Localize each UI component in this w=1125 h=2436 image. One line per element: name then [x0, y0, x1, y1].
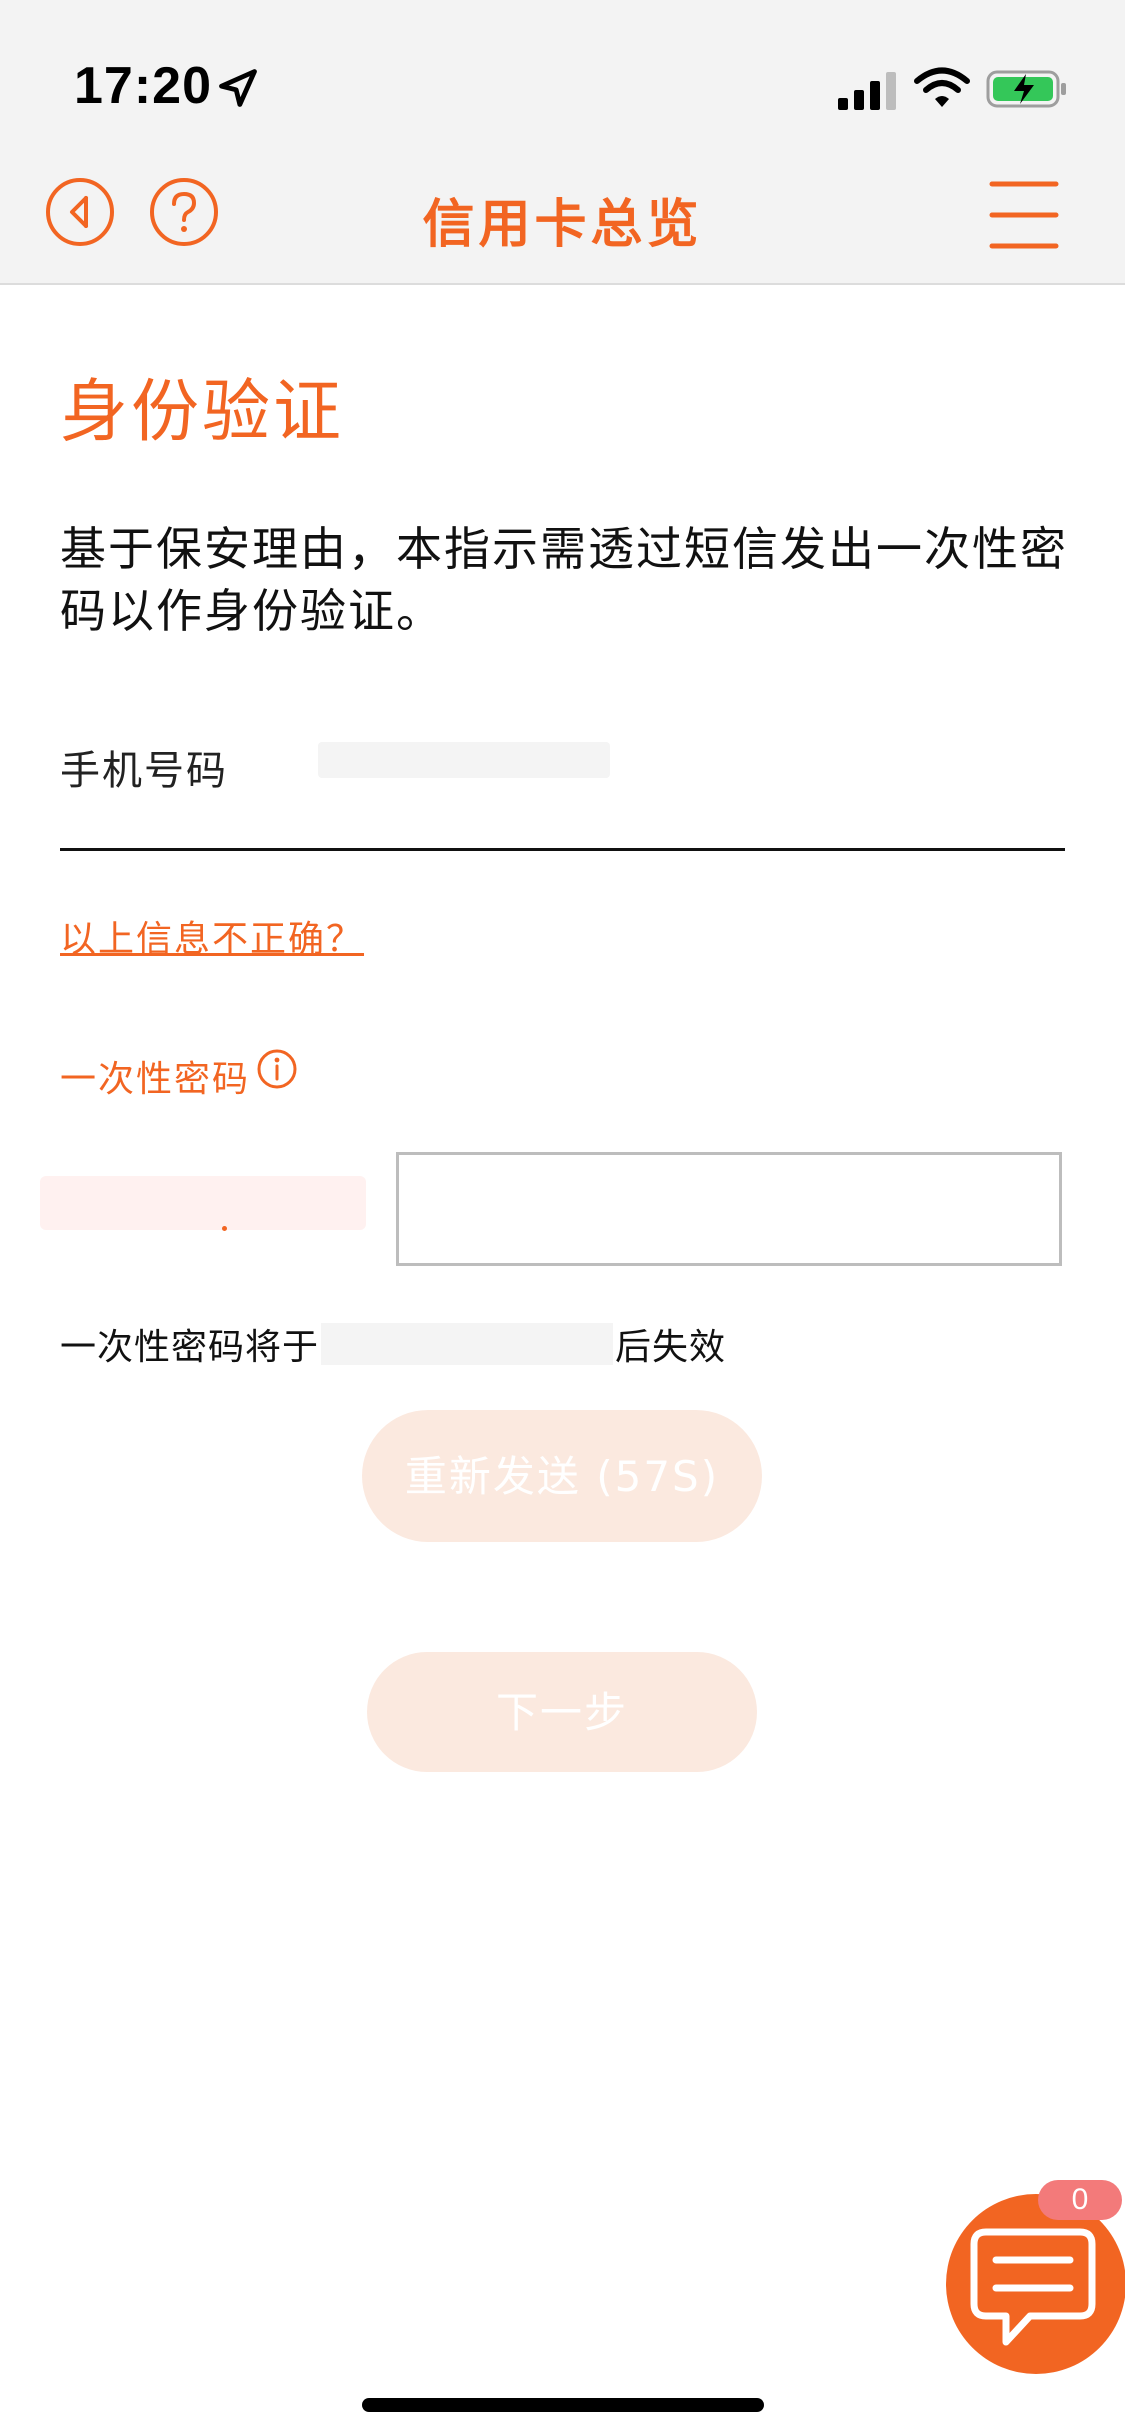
otp-expiry-text: 一次性密码将于 后失效: [60, 1318, 726, 1370]
otp-label: 一次性密码: [60, 1059, 251, 1100]
expiry-suffix: 后失效: [615, 1327, 727, 1368]
chat-badge: 0: [1038, 2180, 1122, 2220]
cellular-signal-icon: [838, 72, 896, 110]
otp-prefix-dot: [222, 1226, 227, 1231]
page-title: 信用卡总览: [422, 195, 703, 255]
phone-number-row: 手机号码: [60, 730, 1065, 851]
location-arrow-icon: [219, 69, 257, 107]
home-indicator: [362, 2398, 764, 2412]
phone-number-value-redacted: [318, 742, 610, 778]
next-step-button[interactable]: 下一步: [367, 1652, 757, 1772]
identity-verification-screen: 17:20 信用卡总览 身份验证 基于保安理由，本指示需透过短信发出一次性密码以…: [0, 0, 1125, 2436]
phone-number-label: 手机号码: [60, 748, 228, 794]
otp-prefix-redacted: [40, 1176, 366, 1231]
expiry-prefix: 一次性密码将于: [60, 1327, 320, 1368]
menu-icon[interactable]: [988, 178, 1060, 252]
intro-text: 基于保安理由，本指示需透过短信发出一次性密码以作身份验证。: [60, 522, 1068, 638]
status-time: 17:20: [74, 57, 212, 115]
section-heading: 身份验证: [60, 373, 345, 452]
battery-charging-icon: [986, 70, 1066, 108]
otp-input[interactable]: [396, 1152, 1062, 1266]
info-icon[interactable]: [256, 1048, 298, 1090]
wifi-icon: [914, 67, 970, 107]
header: 17:20 信用卡总览: [0, 0, 1125, 285]
resend-button[interactable]: 重新发送 (57S): [362, 1410, 762, 1542]
expiry-time-redacted: [321, 1323, 614, 1365]
info-incorrect-link[interactable]: 以上信息不正确？: [60, 910, 364, 962]
